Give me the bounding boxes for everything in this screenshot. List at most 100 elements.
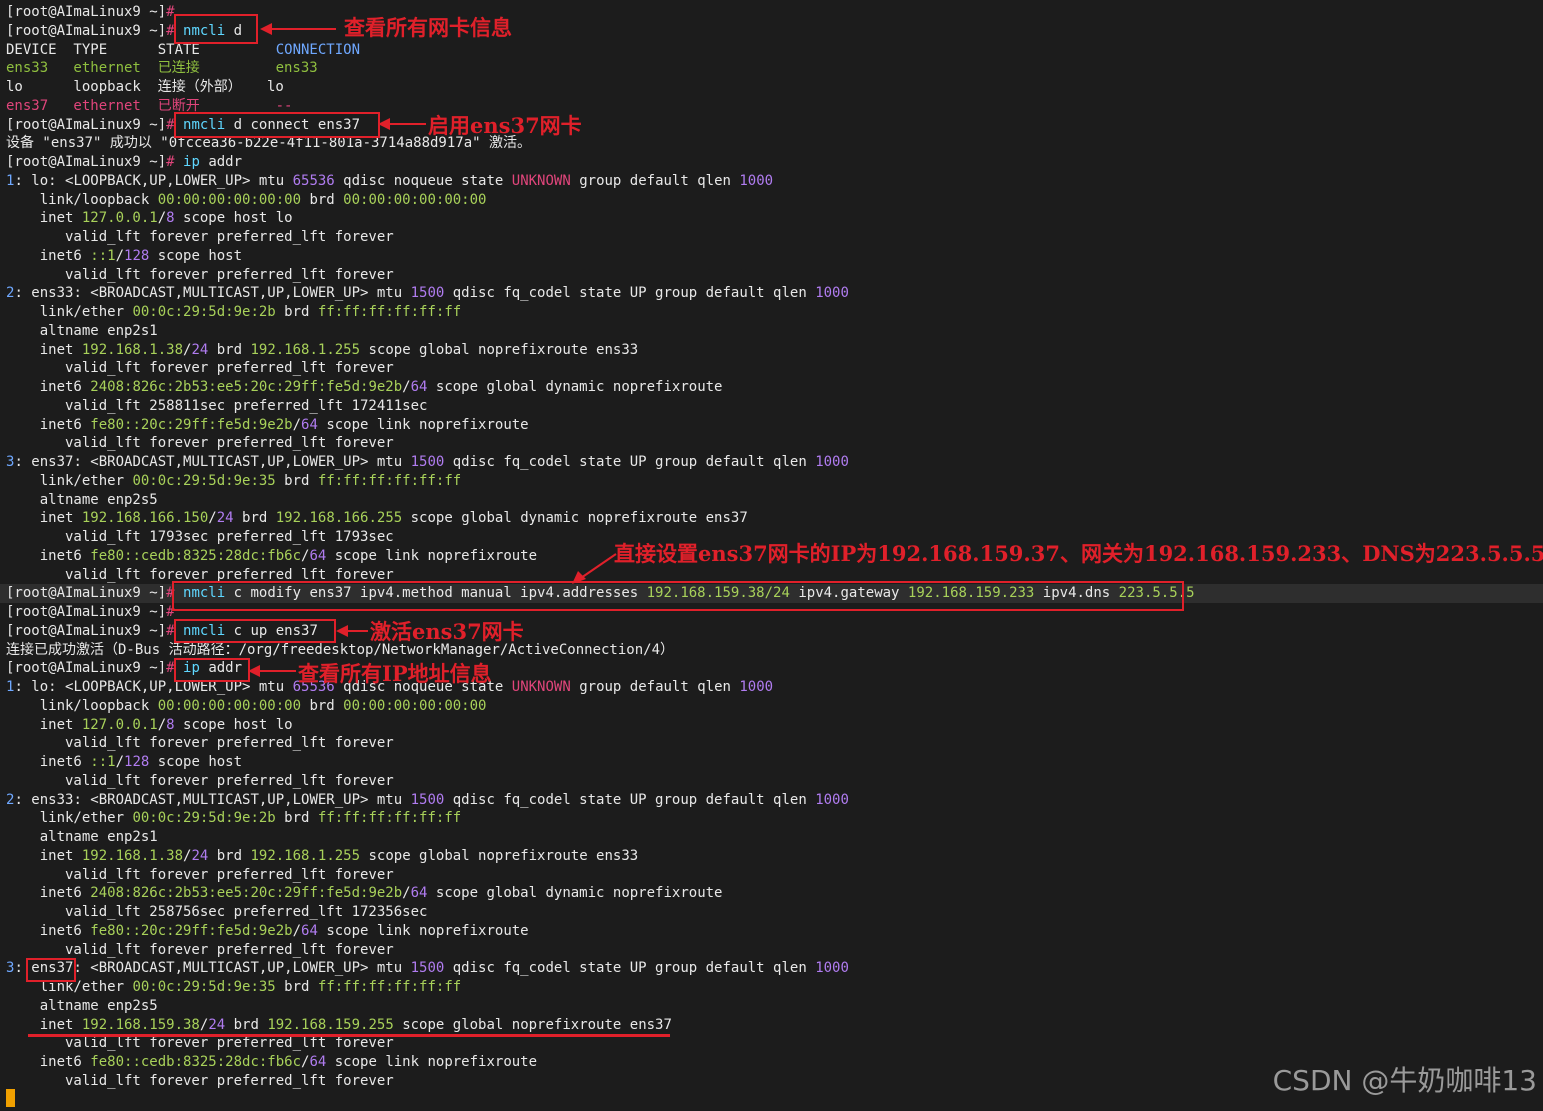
terminal-text: altname enp2s1	[6, 322, 158, 339]
terminal-text: 24	[208, 1016, 226, 1033]
terminal-text: ip	[174, 154, 200, 170]
arrow-icon	[378, 118, 426, 130]
terminal-text: inet	[6, 341, 82, 358]
terminal-text: qdisc fq_codel state UP group default ql…	[444, 960, 816, 977]
terminal-text: ::1	[90, 247, 116, 264]
terminal-text: 64	[301, 922, 318, 939]
terminal-text: nmcli	[174, 585, 226, 602]
terminal-text: : ens37: <BROADCAST,MULTICAST,UP,LOWER_U…	[14, 454, 411, 470]
terminal-line: [root@AImaLinux9 ~]# nmcli d	[6, 22, 1543, 41]
terminal-text: altname enp2s1	[6, 829, 158, 845]
terminal-line: link/ether 00:0c:29:5d:9e:2b brd ff:ff:f…	[6, 303, 1543, 322]
terminal-text: brd	[233, 510, 276, 527]
terminal-text: group default qlen	[570, 172, 740, 189]
terminal-text: link/loopback	[6, 191, 158, 208]
terminal-text: /	[157, 210, 167, 227]
terminal-text: brd	[275, 472, 318, 489]
terminal-text: c up ens37	[225, 622, 318, 639]
terminal-text: scope global noprefixroute ens33	[360, 847, 639, 864]
terminal-text: [root@AImaLinux9 ~]	[6, 22, 167, 39]
terminal-text: #	[166, 622, 175, 639]
terminal-text: valid_lft forever preferred_lft forever	[6, 941, 394, 958]
terminal-text: altname enp2s5	[6, 491, 158, 508]
terminal-text: inet6	[6, 922, 91, 939]
terminal-text: inet6	[6, 379, 91, 395]
terminal-text: 1000	[815, 454, 849, 470]
terminal-text: 127.0.0.1	[81, 210, 158, 227]
terminal-line: DEVICE TYPE STATE CONNECTION	[6, 41, 1543, 60]
terminal-text: qdisc fq_codel state UP group default ql…	[444, 285, 816, 302]
terminal-text: #	[166, 585, 175, 602]
terminal-text: inet6	[6, 885, 91, 902]
terminal-text: /	[402, 885, 411, 902]
terminal-text: inet	[6, 847, 82, 864]
terminal-text: 00:0c:29:5d:9e:35	[132, 979, 276, 995]
terminal-line: inet6 fe80::20c:29ff:fe5d:9e2b/64 scope …	[6, 416, 1543, 435]
terminal-text: 00:0c:29:5d:9e:35	[132, 472, 276, 489]
terminal-line: 1: lo: <LOOPBACK,UP,LOWER_UP> mtu 65536 …	[6, 678, 1543, 697]
terminal-text: c modify ens37 ipv4.method manual ipv4.a…	[225, 585, 647, 602]
terminal-text: 00:00:00:00:00:00	[343, 697, 487, 714]
terminal-text: brd	[208, 341, 251, 358]
annotation-enable-ens37: 启用ens37网卡	[428, 113, 582, 138]
terminal-text: 128	[124, 247, 150, 264]
terminal-text: #	[166, 22, 175, 39]
terminal-line: link/ether 00:0c:29:5d:9e:35 brd ff:ff:f…	[6, 472, 1543, 491]
terminal-text: inet	[6, 716, 82, 733]
terminal-text: brd	[301, 191, 344, 208]
annotation-activate-ens37: 激活ens37网卡	[370, 619, 524, 644]
watermark: CSDN @牛奶咖啡13	[1272, 1064, 1537, 1097]
arrow-icon	[248, 665, 296, 677]
terminal-text: valid_lft forever preferred_lft forever	[6, 1035, 394, 1052]
terminal-text: valid_lft forever preferred_lft forever	[6, 435, 394, 452]
terminal-text: brd	[301, 697, 344, 714]
terminal-line: link/ether 00:0c:29:5d:9e:2b brd ff:ff:f…	[6, 809, 1543, 828]
terminal-text: ::1	[90, 754, 116, 770]
terminal-cursor	[6, 1089, 15, 1107]
terminal-line: link/loopback 00:00:00:00:00:00 brd 00:0…	[6, 191, 1543, 210]
terminal-line: [root@AImaLinux9 ~]# ip addr	[6, 153, 1543, 172]
terminal-text: 1000	[815, 791, 849, 808]
terminal-text: link/ether	[6, 810, 133, 827]
terminal-text: 00:00:00:00:00:00	[157, 697, 302, 714]
terminal-text: inet	[6, 1016, 82, 1033]
terminal-line: valid_lft forever preferred_lft forever	[6, 772, 1543, 791]
terminal-text: valid_lft 1793sec preferred_lft 1793sec	[6, 529, 394, 545]
terminal-text: 64	[301, 416, 318, 433]
terminal-line: 设备 "ens37" 成功以 "0fccea36-b22e-4f11-801a-…	[6, 134, 1543, 153]
terminal-text: inet	[6, 210, 82, 227]
terminal-text: : lo: <LOOPBACK,UP,LOWER_UP> mtu	[14, 172, 293, 189]
terminal-line: inet6 ::1/128 scope host	[6, 247, 1543, 266]
terminal-line: valid_lft forever preferred_lft forever	[6, 941, 1543, 960]
terminal-text: inet	[6, 510, 82, 527]
terminal-text: scope global dynamic noprefixroute	[427, 885, 723, 902]
terminal-line: altname enp2s5	[6, 491, 1543, 510]
terminal-text: ff:ff:ff:ff:ff:ff	[317, 810, 462, 827]
terminal-text: link/ether	[6, 472, 133, 489]
terminal-text: 2408:826c:2b53:ee5:20c:29ff:fe5d:9e2b	[90, 885, 403, 902]
terminal-text: inet6	[6, 1054, 91, 1070]
terminal-text: link/ether	[6, 979, 133, 995]
terminal-text: brd	[275, 304, 318, 320]
terminal-text: d connect ens37	[225, 116, 361, 133]
terminal-text: brd	[275, 979, 318, 995]
terminal-text: nmcli	[174, 116, 226, 133]
terminal-line: inet 192.168.1.38/24 brd 192.168.1.255 s…	[6, 341, 1543, 360]
terminal-text: scope global noprefixroute ens33	[360, 341, 639, 358]
terminal-line: ens37 ethernet 已断开 --	[6, 97, 1543, 116]
terminal-text: #	[166, 660, 175, 677]
terminal-text: group default qlen	[570, 679, 740, 695]
terminal-text: link/ether	[6, 304, 133, 320]
terminal-text: : ens33: <BROADCAST,MULTICAST,UP,LOWER_U…	[14, 791, 411, 808]
terminal-text: scope global dynamic noprefixroute ens37	[402, 510, 748, 527]
terminal-text: 1500	[410, 960, 445, 977]
terminal-line: lo loopback 连接（外部） lo	[6, 78, 1543, 97]
terminal-text: 192.168.1.255	[250, 341, 361, 358]
terminal-text: 65536	[292, 172, 335, 189]
annotation-set-ip: 直接设置ens37网卡的IP为192.168.159.37、网关为192.168…	[614, 541, 1543, 566]
terminal-text: /	[115, 754, 125, 770]
terminal-text: brd	[275, 810, 318, 827]
terminal-text: 127.0.0.1	[81, 716, 158, 733]
terminal-text: #	[166, 4, 175, 20]
terminal-text: 64	[309, 547, 327, 564]
